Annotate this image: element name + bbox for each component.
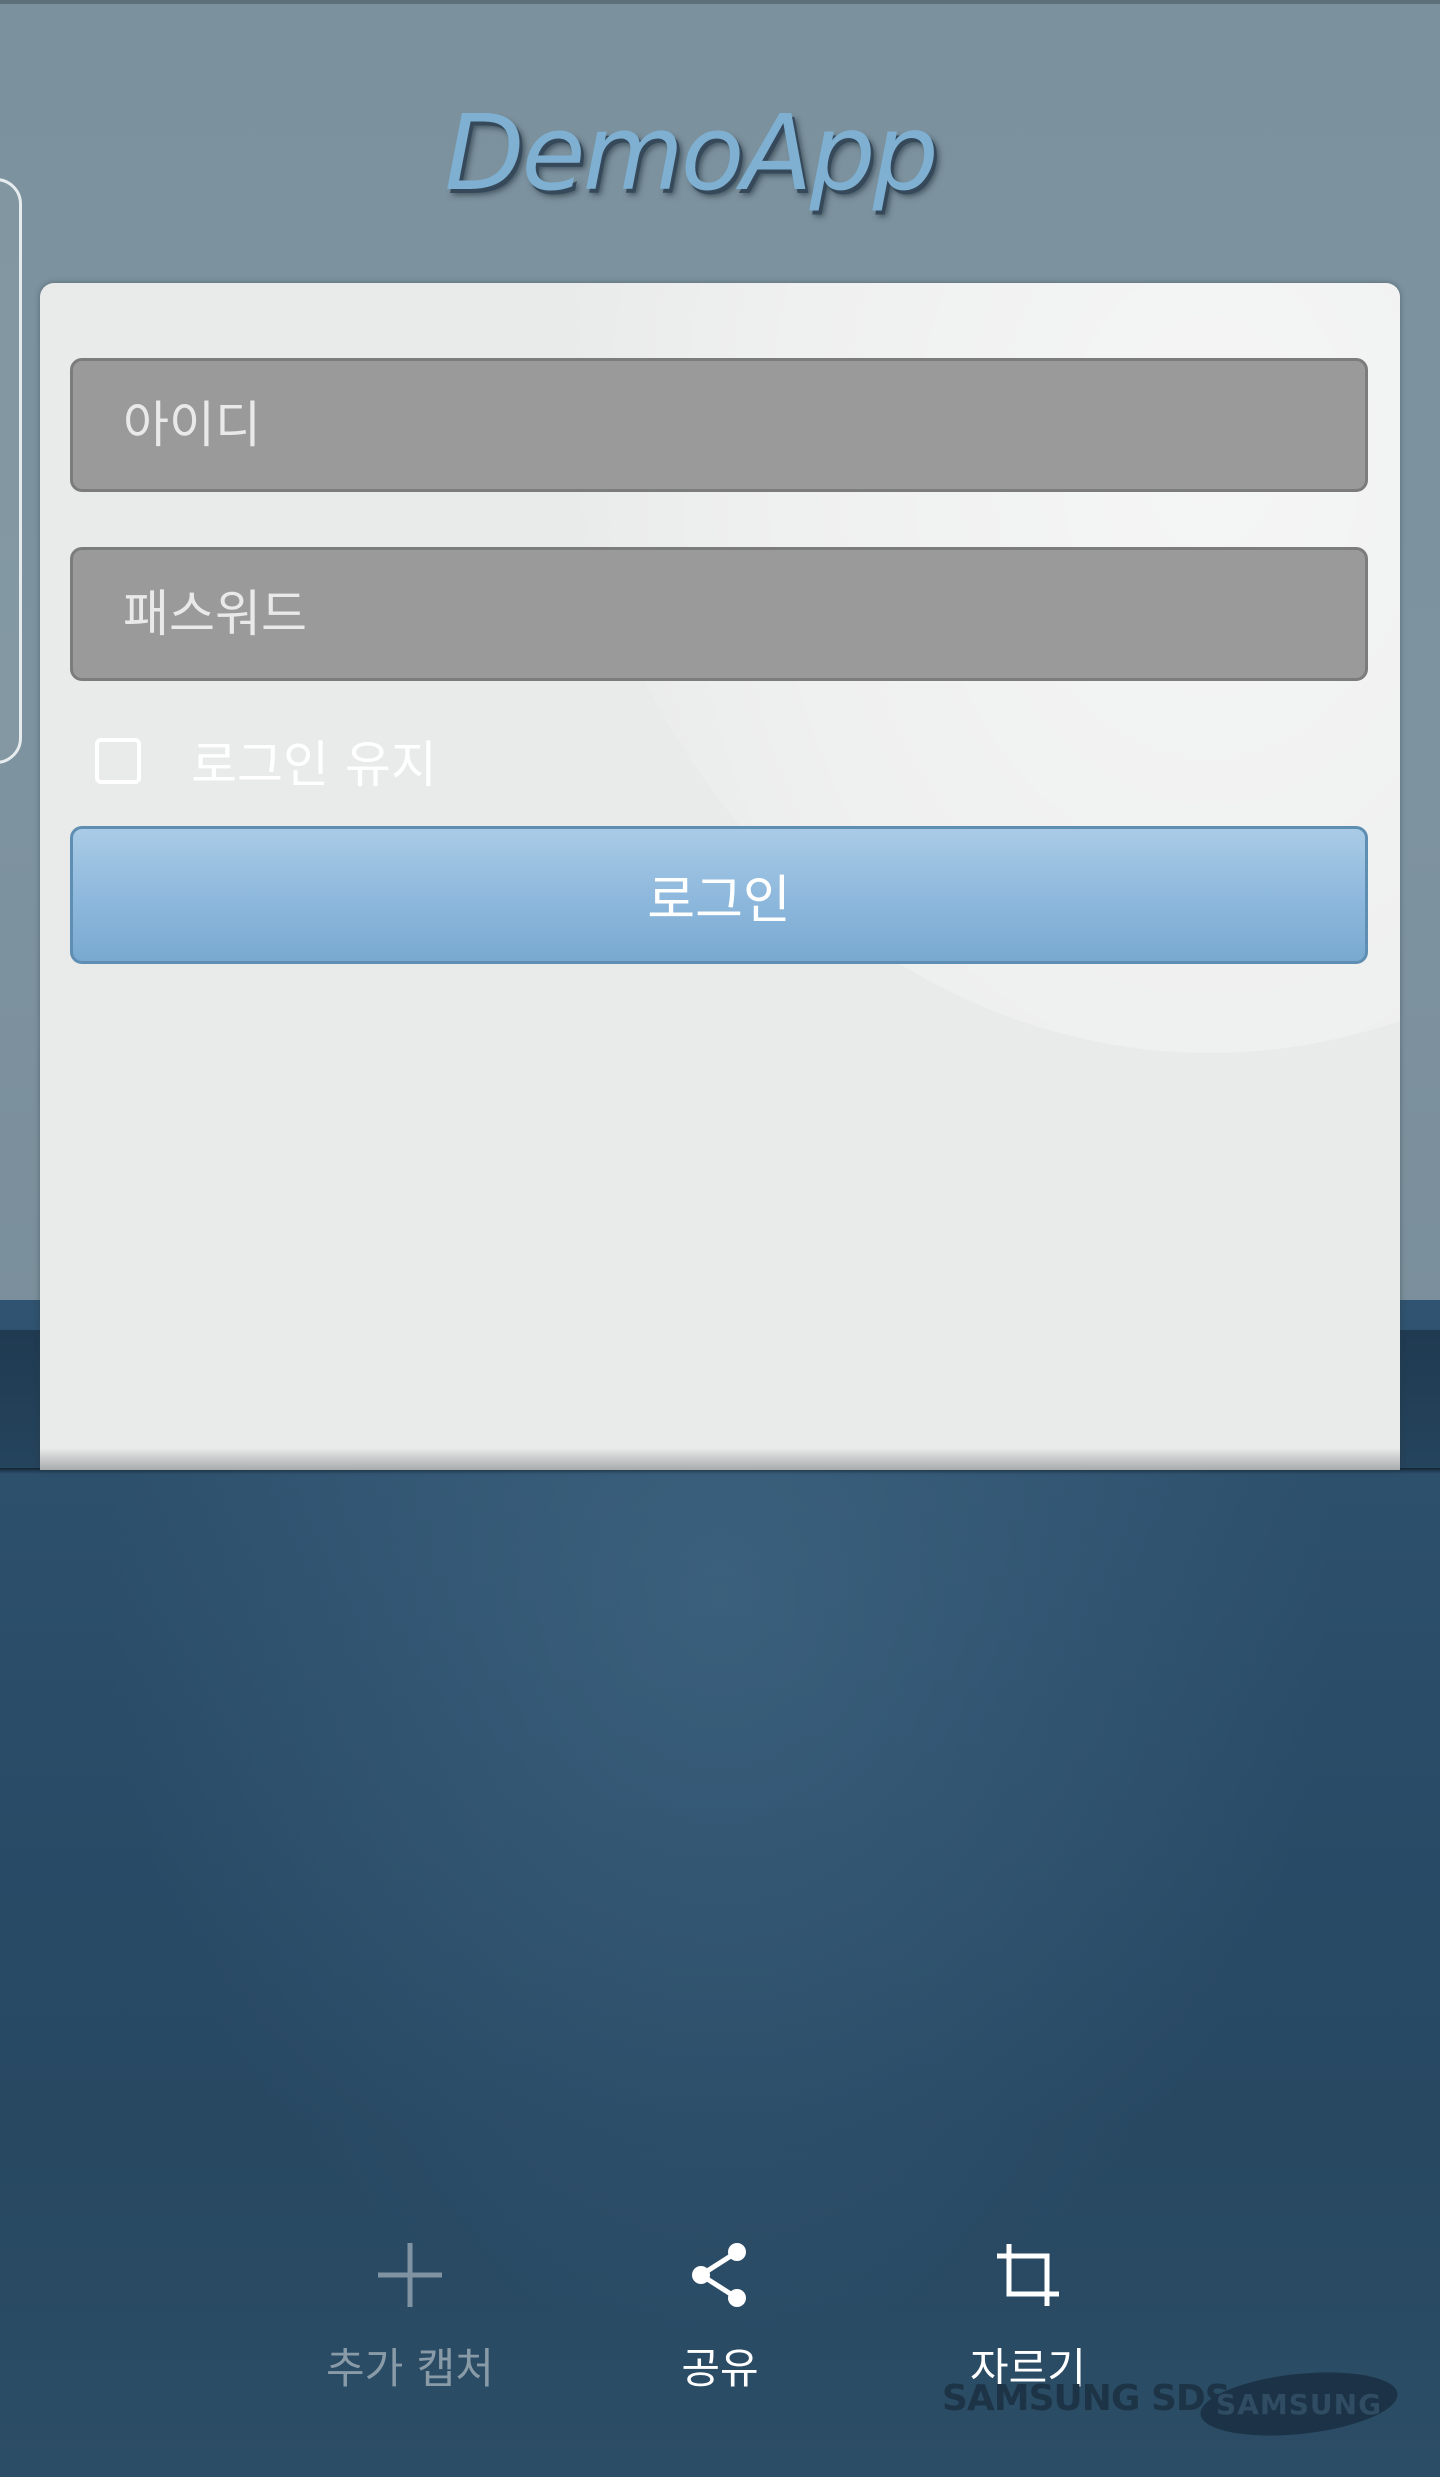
side-panel-handle[interactable]	[0, 178, 22, 764]
add-capture-button[interactable]: 추가 캡처	[300, 2235, 520, 2396]
card-bottom-edge	[40, 1448, 1400, 1470]
plus-icon	[370, 2235, 450, 2315]
share-icon	[680, 2235, 760, 2315]
login-card: 로그인 유지 로그인	[40, 283, 1400, 1470]
crop-button[interactable]: 자르기	[918, 2235, 1138, 2396]
keep-login-checkbox[interactable]	[95, 738, 141, 784]
app-logo: DemoApp	[444, 92, 938, 214]
keep-login-row[interactable]: 로그인 유지	[95, 721, 437, 801]
password-field[interactable]	[70, 547, 1368, 681]
share-label: 공유	[681, 2344, 759, 2393]
add-capture-label: 추가 캡처	[326, 2344, 494, 2393]
share-button[interactable]: 공유	[610, 2235, 830, 2396]
password-input[interactable]	[73, 550, 1365, 678]
id-field[interactable]	[70, 358, 1368, 492]
samsung-logo-text: SAMSUNG	[1215, 2387, 1383, 2421]
samsung-sds-watermark: SAMSUNG SDS	[942, 2378, 1231, 2419]
login-button[interactable]: 로그인	[70, 826, 1368, 964]
keep-login-label: 로그인 유지	[191, 736, 437, 794]
crop-icon	[988, 2235, 1068, 2315]
id-input[interactable]	[73, 361, 1365, 489]
